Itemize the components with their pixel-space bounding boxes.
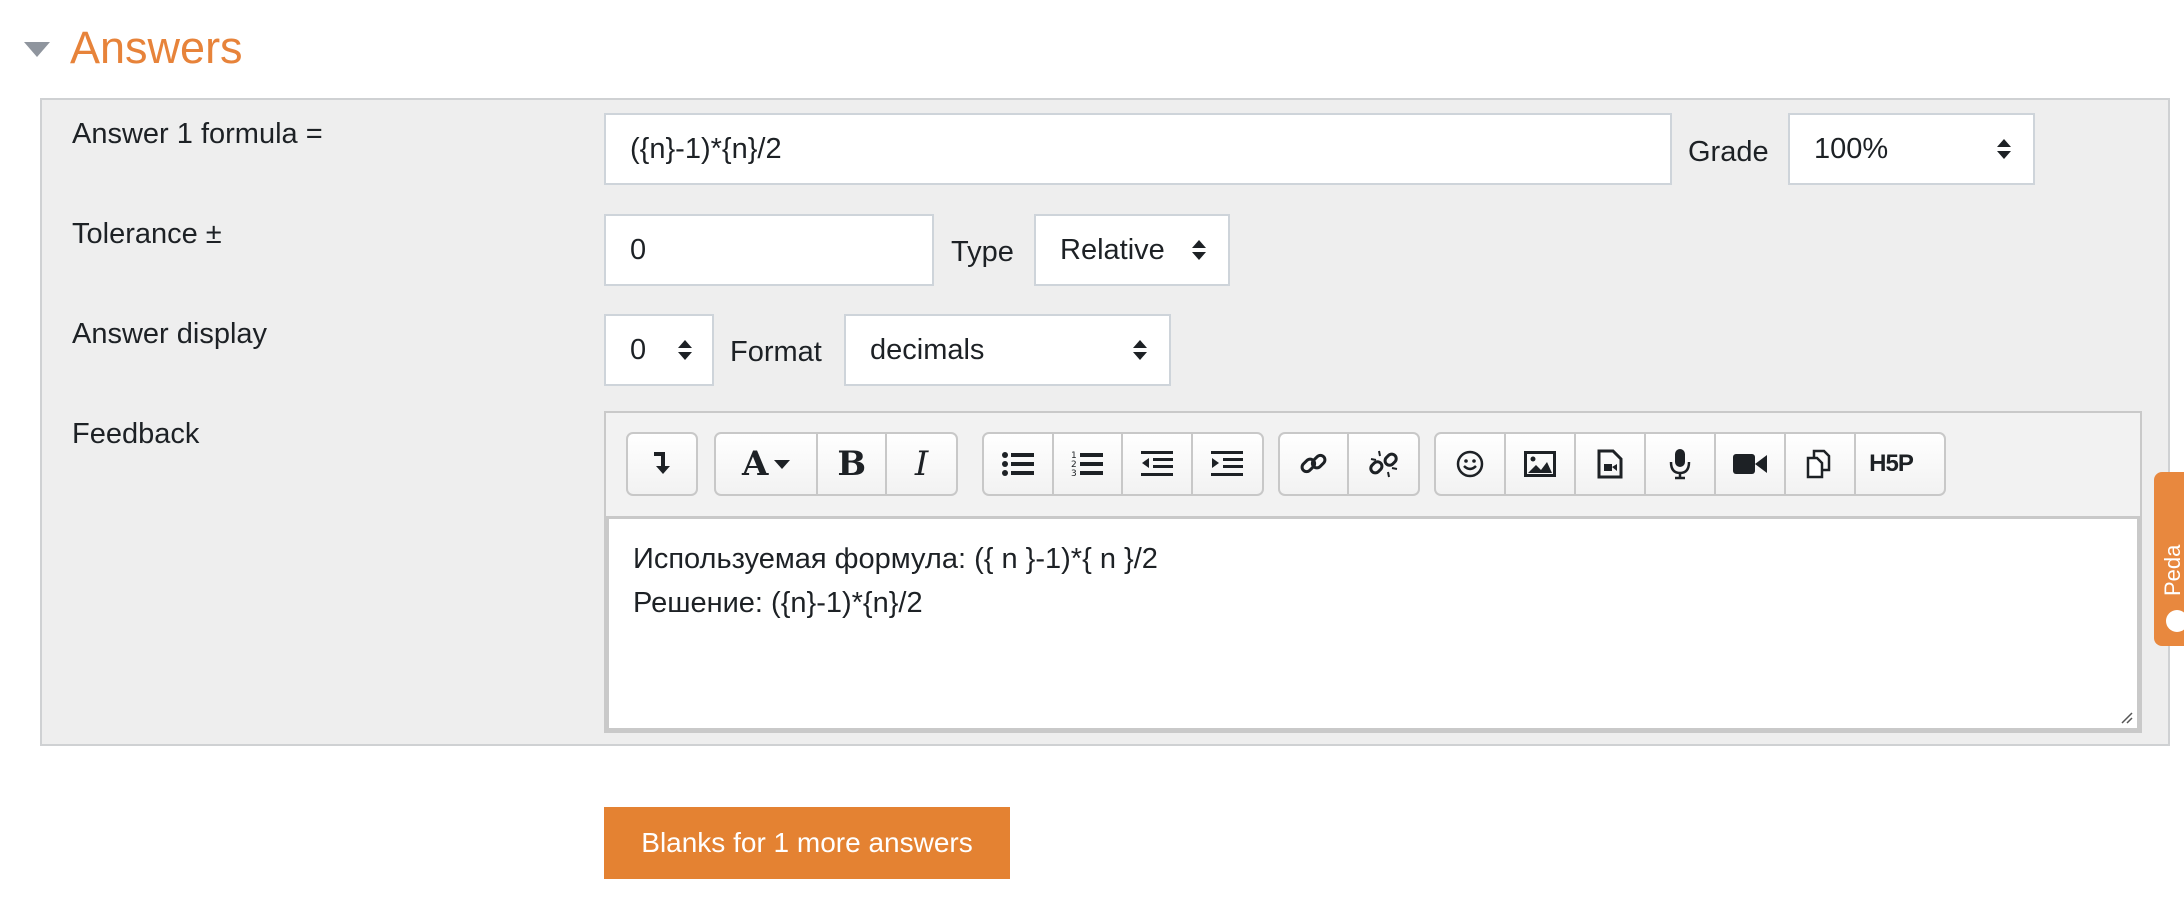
feedback-editor: A B I 123 H5P Используемая формула: ({n… [604,411,2142,733]
type-label: Type [951,236,1014,268]
feedback-label: Feedback [72,418,200,450]
type-select[interactable]: Relative [1034,214,1230,286]
record-audio-icon[interactable] [1646,434,1716,494]
unordered-list-icon[interactable] [984,434,1054,494]
toolbar-group-toggle [626,432,698,496]
format-select[interactable]: decimals [844,314,1171,386]
font-style-glyph: A [741,444,769,484]
select-arrows-icon [1192,240,1206,260]
side-tab-icon [2166,610,2184,632]
unlink-icon[interactable] [1349,434,1418,494]
formula-value: ({n}-1)*{n}/2 [630,132,782,165]
resize-handle-icon[interactable] [2119,710,2133,724]
select-arrows-icon [678,340,692,360]
tolerance-label: Tolerance ± [72,218,222,250]
formula-input[interactable]: ({n}-1)*{n}/2 [604,113,1672,185]
grade-select[interactable]: 100% [1788,113,2035,185]
ordered-list-icon[interactable]: 123 [1054,434,1123,494]
type-value: Relative [1060,233,1165,266]
tolerance-input[interactable]: 0 [604,214,934,286]
feedback-textarea[interactable]: Используемая формула: ({ n }-1)*{ n }/2 … [606,516,2140,731]
answer-display-label: Answer display [72,318,268,350]
record-video-icon[interactable] [1716,434,1786,494]
toolbar-group-style: A B I [714,432,958,496]
grade-label: Grade [1688,136,1769,168]
indent-icon[interactable] [1193,434,1262,494]
side-drawer-tab[interactable]: Peda [2154,472,2184,646]
link-icon[interactable] [1280,434,1350,494]
answer-display-select[interactable]: 0 [604,314,714,386]
format-value: decimals [870,333,985,366]
outdent-icon[interactable] [1123,434,1193,494]
tolerance-value: 0 [630,233,647,266]
toolbar-group-media: H5P [1434,432,1946,496]
toolbar-group-links [1278,432,1420,496]
toolbar-group-lists: 123 [982,432,1264,496]
italic-icon[interactable]: I [887,434,956,494]
select-arrows-icon [1997,139,2011,159]
font-style-icon[interactable]: A [716,434,819,494]
bold-icon[interactable]: B [818,434,888,494]
italic-glyph: I [914,444,929,484]
feedback-text: Используемая формула: ({ n }-1)*{ n }/2 … [633,543,1158,619]
section-title: Answers [70,22,243,73]
answer-display-value: 0 [630,333,647,366]
side-tab-label: Peda [2160,544,2184,596]
toolbar-toggle-icon[interactable] [628,434,696,494]
emoji-icon[interactable] [1436,434,1506,494]
format-label: Format [730,336,822,368]
add-blanks-button[interactable]: Blanks for 1 more answers [604,807,1010,879]
formula-label: Answer 1 formula = [72,118,323,150]
svg-text:3: 3 [1071,469,1077,478]
image-icon[interactable] [1506,434,1576,494]
select-arrows-icon [1133,340,1147,360]
h5p-glyph: H5P [1869,450,1914,477]
h5p-icon[interactable]: H5P [1856,434,1926,494]
section-header[interactable]: Answers [24,18,243,78]
media-icon[interactable] [1576,434,1646,494]
chevron-down-icon[interactable] [24,41,50,57]
bold-glyph: B [837,444,867,484]
grade-value: 100% [1814,132,1889,165]
manage-files-icon[interactable] [1786,434,1856,494]
